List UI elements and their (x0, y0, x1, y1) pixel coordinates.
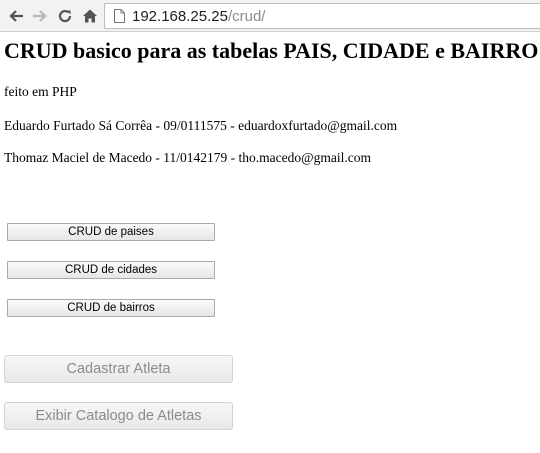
address-bar[interactable]: 192.168.25.25/crud/ (104, 3, 540, 29)
page-icon (113, 9, 125, 23)
back-arrow-icon[interactable] (6, 6, 26, 26)
home-icon[interactable] (80, 6, 100, 26)
description-text: feito em PHP (4, 84, 77, 99)
url-host: 192.168.25.25 (132, 7, 228, 25)
forward-arrow-icon[interactable] (30, 6, 50, 26)
cadastrar-atleta-button[interactable]: Cadastrar Atleta (4, 355, 233, 383)
browser-toolbar: 192.168.25.25/crud/ (0, 0, 540, 32)
exibir-catalogo-button[interactable]: Exibir Catalogo de Atletas (4, 402, 233, 430)
author-line-1: Eduardo Furtado Sá Corrêa - 09/0111575 -… (4, 118, 398, 133)
reload-icon[interactable] (55, 6, 75, 26)
author-line-2: Thomaz Maciel de Macedo - 11/0142179 - t… (4, 150, 371, 165)
crud-bairros-button[interactable]: CRUD de bairros (7, 299, 215, 317)
crud-paises-button[interactable]: CRUD de paises (7, 223, 215, 241)
page-title: CRUD basico para as tabelas PAIS, CIDADE… (4, 38, 539, 63)
url-text: 192.168.25.25/crud/ (132, 8, 265, 25)
url-path: /crud/ (227, 7, 266, 25)
crud-cidades-button[interactable]: CRUD de cidades (7, 261, 215, 279)
